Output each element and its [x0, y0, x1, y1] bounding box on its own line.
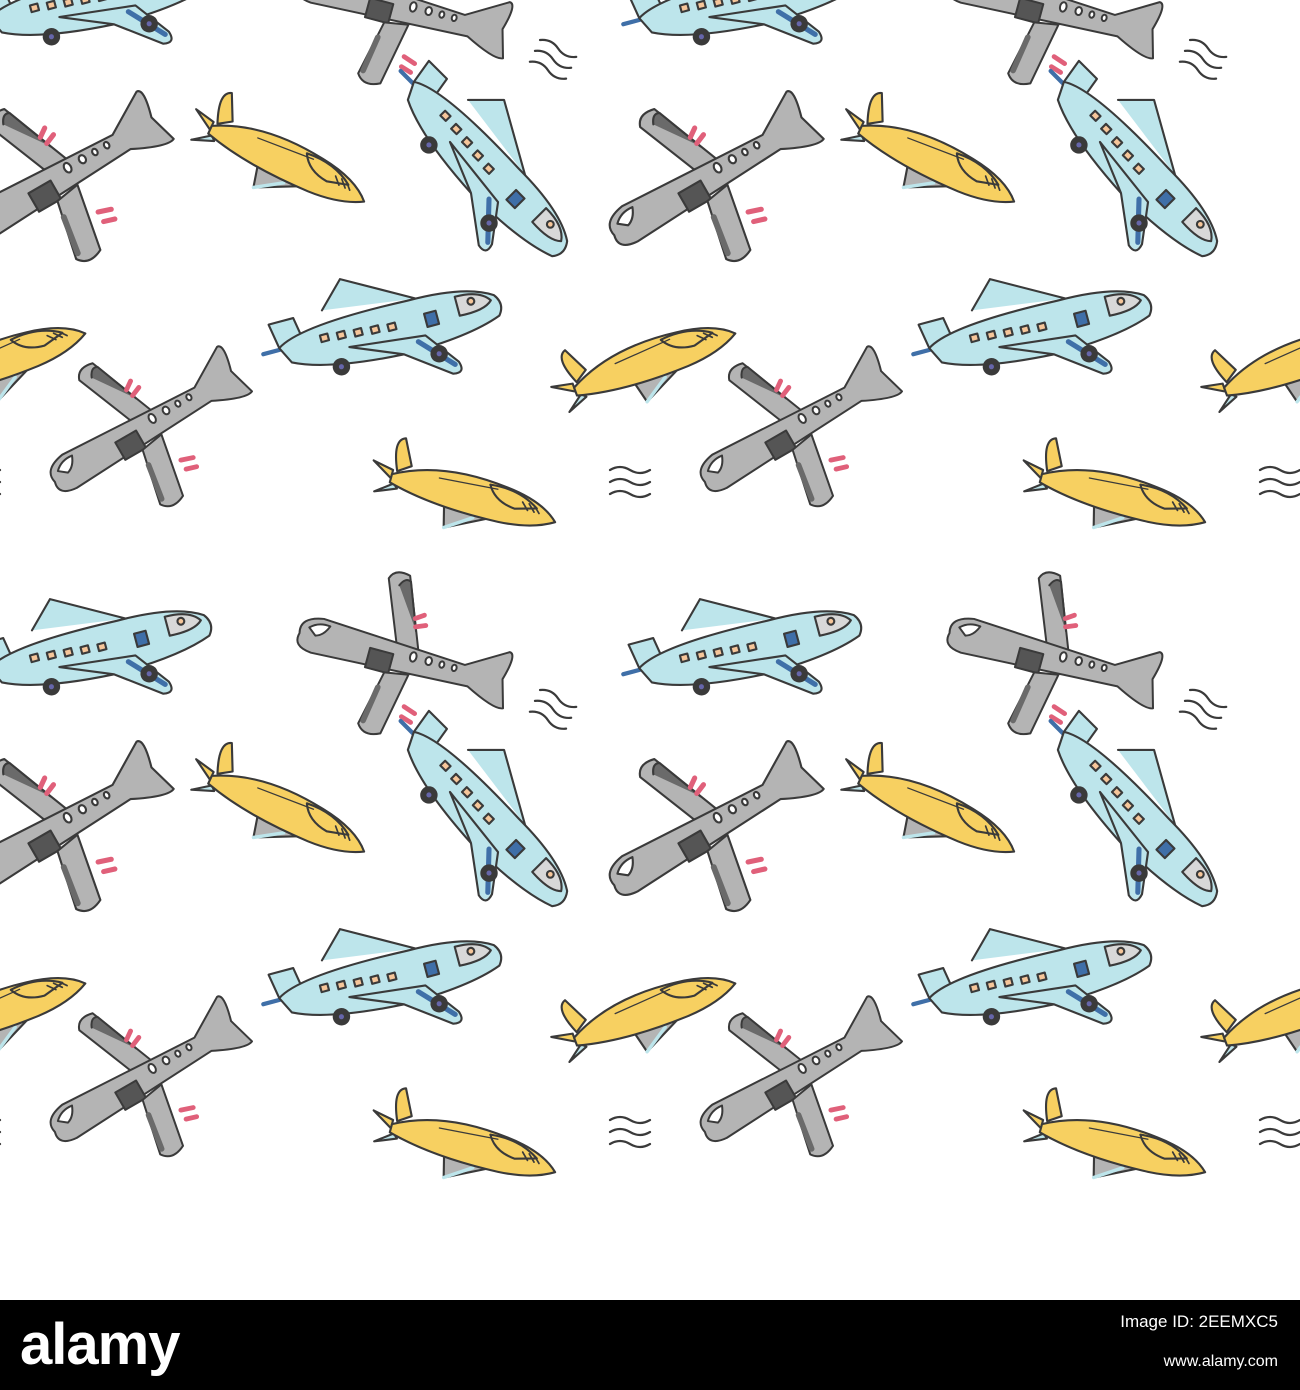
pattern-tile: [569, 0, 1300, 555]
airplane-pattern-svg: [0, 0, 1300, 1300]
image-id-label: Image ID: 2EEMXC5: [1120, 1312, 1278, 1331]
pattern-tile: [569, 551, 1300, 1205]
alamy-url: www.alamy.com: [1163, 1353, 1278, 1370]
alamy-logo: alamy: [20, 1312, 180, 1377]
airplane-pattern: [0, 0, 1300, 1300]
pattern-tile: [0, 0, 747, 555]
watermark-footer: alamy Image ID: 2EEMXC5 www.alamy.com: [0, 1300, 1300, 1390]
